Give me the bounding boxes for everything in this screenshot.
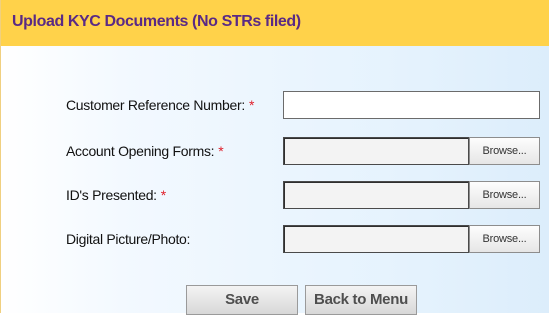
account-opening-forms-browse-button[interactable]: Browse... [469,137,540,165]
digital-picture-file-field[interactable] [283,225,469,253]
required-marker: * [160,187,166,203]
ids-presented-file-field[interactable] [283,181,469,209]
required-marker: * [248,97,255,113]
save-button[interactable]: Save [186,285,298,315]
digital-picture-label: Digital Picture/Photo: [66,231,191,247]
digital-picture-row: Digital Picture/Photo: Browse... [1,225,549,255]
customer-reference-row: Customer Reference Number: * [1,91,549,121]
ids-presented-browse-button[interactable]: Browse... [469,181,540,209]
account-opening-forms-row: Account Opening Forms: * Browse... [1,137,549,167]
required-marker: * [218,143,224,159]
customer-reference-input[interactable] [283,91,540,119]
kyc-upload-panel: Upload KYC Documents (No STRs filed) Cus… [0,0,549,315]
panel-title: Upload KYC Documents (No STRs filed) [12,13,301,30]
ids-presented-row: ID's Presented: * Browse... [1,181,549,211]
account-opening-forms-label: Account Opening Forms: * [66,143,224,159]
customer-reference-label: Customer Reference Number: * [66,97,255,113]
ids-presented-label: ID's Presented: * [66,187,166,203]
panel-header: Upload KYC Documents (No STRs filed) [1,0,549,46]
digital-picture-browse-button[interactable]: Browse... [469,225,540,253]
account-opening-forms-file-field[interactable] [283,137,469,165]
back-to-menu-button[interactable]: Back to Menu [305,285,417,315]
